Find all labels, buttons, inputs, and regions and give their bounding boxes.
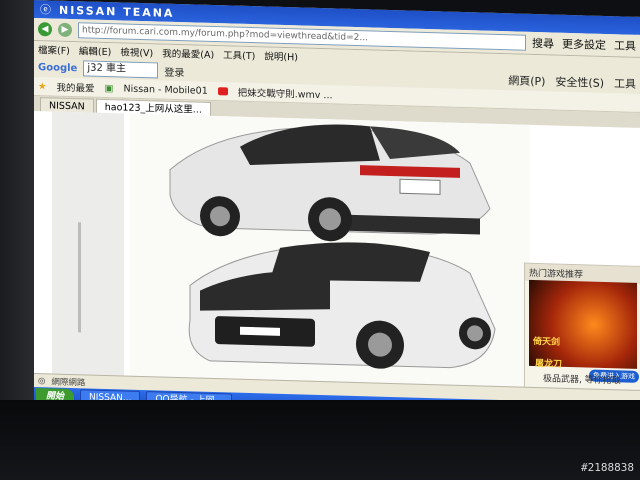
menu-view[interactable]: 檢視(V)	[120, 44, 153, 59]
left-column	[52, 111, 124, 376]
ie-icon: ⓔ	[40, 3, 51, 17]
car-images	[130, 113, 530, 387]
menu-edit[interactable]: 編輯(E)	[79, 43, 111, 58]
top-menu: 搜尋 更多設定 工具	[532, 35, 636, 54]
menu-search[interactable]: 搜尋	[532, 35, 554, 52]
forward-button[interactable]: ▶	[58, 22, 72, 38]
screen: ⓔ NISSAN TEANA ◀ ▶ http://forum.cari.com…	[34, 0, 640, 423]
globe-icon: ◎	[38, 376, 46, 387]
menu-favorites[interactable]: 我的最愛(A)	[162, 46, 214, 61]
car-front-image	[188, 242, 496, 369]
window-title: NISSAN TEANA	[59, 3, 175, 20]
tools-menu[interactable]: 工具	[614, 75, 636, 92]
favorites-item-mine[interactable]: 我的最爱	[57, 80, 95, 95]
watermark: #2188838	[581, 461, 634, 474]
menu-file[interactable]: 檔案(F)	[38, 42, 70, 57]
menu-tools-top[interactable]: 工具	[614, 37, 636, 54]
ad-caption: 极品武器, 等你抢取	[543, 374, 621, 387]
star-icon: ★	[38, 80, 47, 92]
command-bar: 網頁(P) 安全性(S) 工具	[508, 72, 636, 92]
youtube-icon	[217, 87, 228, 96]
favorites-item-video[interactable]: 把妹交戰守則.wmv ...	[238, 85, 333, 102]
car-illustration	[169, 124, 496, 369]
favorites-item-nissan[interactable]: Nissan - Mobile01	[124, 83, 208, 96]
menu-help[interactable]: 說明(H)	[264, 48, 298, 63]
google-logo: Google	[38, 61, 78, 74]
safety-menu[interactable]: 安全性(S)	[555, 74, 604, 91]
menu-more-settings[interactable]: 更多設定	[562, 36, 606, 53]
ad-tag-blade: 屠龙刀	[535, 358, 563, 370]
google-search-input[interactable]: j32 車主	[83, 60, 159, 79]
car-rear-image	[169, 124, 491, 242]
monitor-bezel-bottom	[0, 400, 640, 480]
status-zone: 網際網路	[51, 377, 86, 389]
game-ad-panel[interactable]: 热门游戏推荐 倚天剑 屠龙刀 免费进入游戏 极品武器, 等你抢取	[524, 262, 640, 392]
page-icon: ▣	[104, 82, 114, 94]
menu-tools[interactable]: 工具(T)	[223, 47, 255, 62]
ad-tag-sword: 倚天剑	[533, 336, 561, 348]
page-menu[interactable]: 網頁(P)	[508, 72, 545, 89]
login-link[interactable]: 登录	[164, 63, 184, 79]
page-content: 热门游戏推荐 倚天剑 屠龙刀 免费进入游戏 极品武器, 等你抢取	[34, 111, 640, 392]
back-button[interactable]: ◀	[38, 22, 52, 37]
scroll-mark	[78, 222, 81, 333]
